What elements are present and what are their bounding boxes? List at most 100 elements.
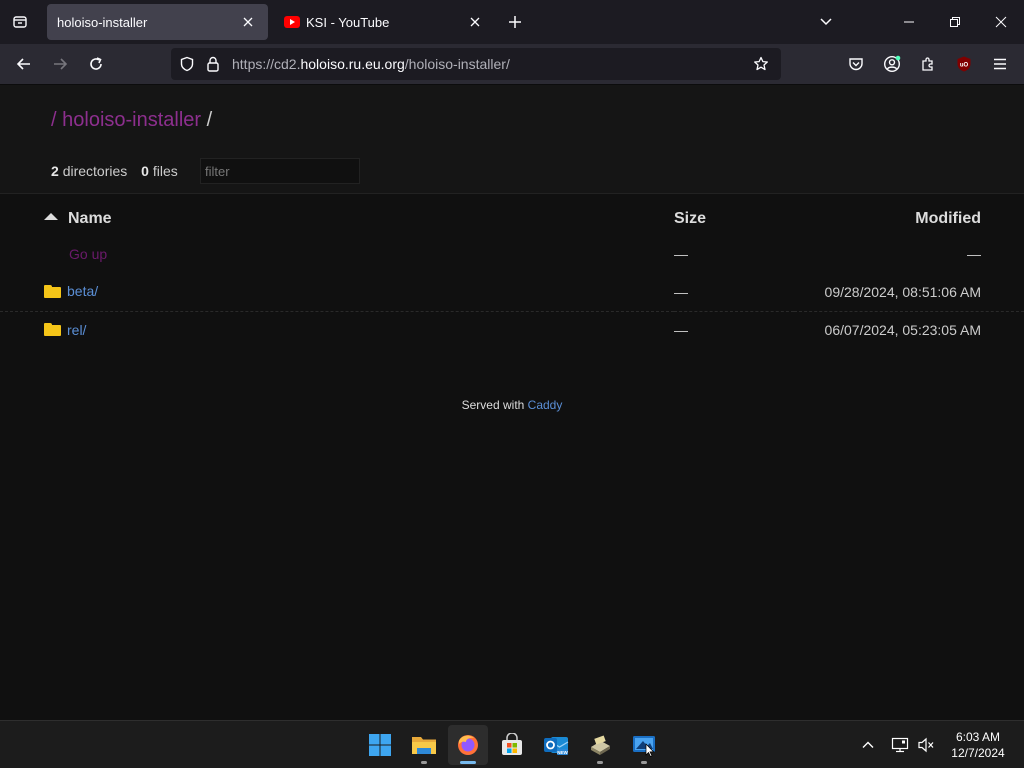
- breadcrumb-trailing-slash: /: [206, 109, 213, 131]
- modified-column-label[interactable]: Modified: [915, 210, 981, 227]
- restore-icon: [950, 17, 960, 27]
- running-indicator: [421, 761, 427, 764]
- file-explorer-button[interactable]: [404, 725, 444, 765]
- breadcrumb: / holoiso-installer /: [51, 109, 212, 132]
- back-arrow-icon: [16, 58, 30, 70]
- network-ethernet-icon[interactable]: [888, 733, 912, 757]
- modified-column-header[interactable]: Modified: [794, 203, 1024, 235]
- address-bar[interactable]: https://cd2.holoiso.ru.eu.org/holoiso-in…: [171, 48, 781, 80]
- hamburger-menu-icon[interactable]: [984, 48, 1016, 80]
- list-all-tabs-button[interactable]: [810, 6, 842, 38]
- forward-button[interactable]: [44, 48, 76, 80]
- entry-name: rel/: [67, 321, 87, 338]
- chevron-down-icon: [820, 18, 832, 26]
- caddy-link[interactable]: Caddy: [528, 398, 563, 412]
- directory-count: 2 directories: [51, 163, 127, 179]
- firefox-view-icon[interactable]: [4, 6, 36, 38]
- outlook-icon: NEW: [544, 737, 569, 755]
- directory-count-label: directories: [62, 163, 128, 179]
- go-up-link[interactable]: Go up: [44, 246, 107, 262]
- name-column-header[interactable]: Name: [0, 203, 674, 235]
- table-row: beta/ — 09/28/2024, 08:51:06 AM: [0, 273, 1024, 312]
- firefox-icon: [458, 735, 478, 755]
- minimize-button[interactable]: [886, 0, 932, 44]
- file-count-value: 0: [141, 163, 149, 179]
- reload-icon: [90, 57, 102, 70]
- directory-link-beta[interactable]: beta/: [44, 283, 98, 299]
- start-icon: [369, 734, 391, 756]
- microsoft-store-button[interactable]: [492, 725, 532, 765]
- entry-modified: 06/07/2024, 05:23:05 AM: [824, 322, 981, 339]
- running-indicator: [597, 761, 603, 764]
- running-indicator: [460, 761, 476, 764]
- plus-icon: [509, 16, 521, 28]
- remote-desktop-button[interactable]: [624, 725, 664, 765]
- listing-header: / holoiso-installer / 2 directories 0 fi…: [0, 85, 1024, 193]
- file-listing-table: Name Size Modified Go up — — beta/ — 09/…: [0, 203, 1024, 349]
- ublock-origin-icon[interactable]: uO: [948, 48, 980, 80]
- drive-app-icon: [591, 735, 610, 755]
- navigation-toolbar: https://cd2.holoiso.ru.eu.org/holoiso-in…: [0, 44, 1024, 84]
- file-explorer-icon: [412, 737, 436, 754]
- listing-summary: 2 directories 0 files: [51, 163, 178, 179]
- entry-modified: 09/28/2024, 08:51:06 AM: [794, 273, 1024, 312]
- youtube-icon: [284, 16, 300, 28]
- entry-size: —: [674, 273, 794, 312]
- tab-strip: holoiso-installer KSI - YouTube: [0, 0, 1024, 44]
- close-tab-icon[interactable]: [238, 12, 258, 32]
- breadcrumb-root-link[interactable]: /: [51, 109, 57, 131]
- page-content: / holoiso-installer / 2 directories 0 fi…: [0, 85, 1024, 720]
- go-up-size: —: [674, 246, 688, 262]
- extensions-puzzle-icon[interactable]: [912, 48, 944, 80]
- page-footer: Served with Caddy: [0, 398, 1024, 412]
- clock-date: 12/7/2024: [951, 746, 1005, 760]
- start-button[interactable]: [360, 725, 400, 765]
- back-button[interactable]: [8, 48, 40, 80]
- url-prefix: https://cd2.: [232, 56, 301, 72]
- size-column-header[interactable]: Size: [674, 203, 794, 235]
- running-indicator: [641, 761, 647, 764]
- breadcrumb-current-link[interactable]: holoiso-installer: [62, 109, 201, 131]
- outlook-button[interactable]: NEW: [536, 725, 576, 765]
- url-host: holoiso.ru.eu.org: [300, 56, 405, 72]
- close-tab-icon[interactable]: [465, 12, 485, 32]
- svg-text:NEW: NEW: [557, 750, 568, 755]
- sort-ascending-icon[interactable]: [44, 213, 58, 221]
- url-path: /holoiso-installer/: [404, 56, 510, 72]
- new-tab-button[interactable]: [500, 6, 530, 38]
- entry-name-cell: rel/: [0, 311, 674, 349]
- pocket-icon[interactable]: [840, 48, 872, 80]
- directory-count-value: 2: [51, 163, 59, 179]
- remote-desktop-icon: [633, 736, 655, 757]
- size-column-label[interactable]: Size: [674, 210, 706, 227]
- folder-icon: [44, 323, 61, 336]
- go-up-row: Go up — —: [0, 235, 1024, 273]
- svg-text:uO: uO: [960, 63, 969, 69]
- volume-muted-icon[interactable]: [914, 733, 938, 757]
- tab-holoiso-installer[interactable]: holoiso-installer: [47, 4, 268, 40]
- entry-name: beta/: [67, 283, 99, 299]
- bookmark-star-icon[interactable]: [745, 48, 777, 80]
- file-count-label: files: [152, 163, 178, 179]
- minimize-icon: [904, 21, 914, 23]
- url-text[interactable]: https://cd2.holoiso.ru.eu.org/holoiso-in…: [232, 56, 510, 72]
- header-divider: [0, 193, 1024, 194]
- restore-button[interactable]: [932, 0, 978, 44]
- taskbar-clock[interactable]: 6:03 AM 12/7/2024: [940, 729, 1016, 761]
- lock-icon[interactable]: [200, 48, 226, 80]
- footer-prefix: Served with: [461, 398, 525, 412]
- close-window-button[interactable]: [978, 0, 1024, 44]
- reload-button[interactable]: [80, 48, 112, 80]
- entry-size: —: [674, 322, 688, 339]
- filter-input[interactable]: [200, 158, 360, 184]
- directory-link-rel[interactable]: rel/: [44, 322, 86, 338]
- firefox-button[interactable]: [448, 725, 488, 765]
- tracking-protection-shield-icon[interactable]: [174, 48, 200, 80]
- close-icon: [995, 16, 1007, 28]
- drive-app-button[interactable]: [580, 725, 620, 765]
- account-icon[interactable]: [876, 48, 908, 80]
- microsoft-store-icon: [502, 733, 522, 755]
- name-column-label[interactable]: Name: [68, 210, 112, 227]
- tab-youtube[interactable]: KSI - YouTube: [274, 4, 495, 40]
- show-hidden-icons-chevron-up-icon[interactable]: [856, 733, 880, 757]
